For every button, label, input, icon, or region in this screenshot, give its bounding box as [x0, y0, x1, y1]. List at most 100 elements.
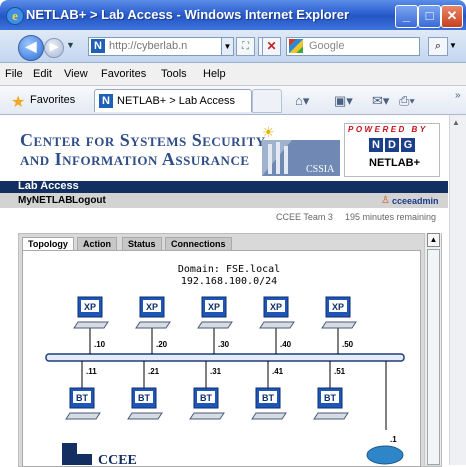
- xp-host-5[interactable]: XP .50: [321, 296, 357, 354]
- bt-label: BT: [200, 393, 212, 403]
- netlab-brand: NETLAB+: [369, 157, 421, 169]
- address-url: http://cyberlab.n: [109, 40, 188, 52]
- stop-icon[interactable]: ✕: [262, 37, 281, 56]
- section-title: Lab Access: [18, 180, 79, 192]
- ndg-letter-d: D: [385, 138, 399, 152]
- bt-keyboard-icon: [65, 412, 101, 420]
- lock-icon: ☀: [262, 124, 275, 140]
- tab-favicon-icon: N: [99, 94, 113, 108]
- history-dropdown-icon[interactable]: ▼: [66, 40, 75, 50]
- team-name: CCEE Team 3: [276, 212, 333, 222]
- xp-host-2[interactable]: XP .20: [135, 296, 171, 354]
- menu-file[interactable]: File: [5, 68, 23, 80]
- back-button[interactable]: ◀: [18, 35, 44, 61]
- topology-scroll-up-icon[interactable]: ▲: [427, 233, 440, 247]
- minimize-button[interactable]: _: [395, 5, 418, 28]
- xp-keyboard-icon: [197, 321, 233, 329]
- menu-tools[interactable]: Tools: [161, 68, 187, 80]
- xp-host-3[interactable]: XP .30: [197, 296, 233, 354]
- menu-edit[interactable]: Edit: [33, 68, 52, 80]
- xp-ip-label: .10: [94, 340, 106, 349]
- ndg-letter-n: N: [369, 138, 383, 152]
- bt-host-4[interactable]: .41 BT: [251, 361, 287, 420]
- bt-ip-label: .31: [210, 367, 222, 376]
- bt-ip-label: .51: [334, 367, 346, 376]
- page-scrollbar[interactable]: ▲: [449, 115, 466, 465]
- bt-host-1[interactable]: .11 BT: [65, 361, 101, 420]
- xp-label: XP: [208, 302, 220, 312]
- network-bus: [45, 353, 405, 362]
- xp-ip-label: .50: [342, 340, 354, 349]
- user-name-link[interactable]: cceeadmin: [392, 196, 439, 206]
- router-ip: .1: [390, 435, 397, 444]
- favorites-star-icon[interactable]: ★: [11, 92, 25, 112]
- xp-keyboard-icon: [259, 321, 295, 329]
- xp-label: XP: [270, 302, 282, 312]
- time-remaining: 195 minutes remaining: [345, 212, 437, 222]
- window-title: NETLAB+ > Lab Access - Windows Internet …: [26, 7, 350, 22]
- bt-host-5[interactable]: .51 BT: [313, 361, 349, 420]
- home-icon[interactable]: ⌂▾: [295, 93, 309, 109]
- nav-mynetlab-link[interactable]: MyNETLAB: [18, 195, 72, 206]
- ccee-logo-text: CCEE: [98, 453, 137, 465]
- browser-tab[interactable]: N NETLAB+ > Lab Access: [94, 89, 252, 112]
- scroll-up-icon[interactable]: ▲: [452, 118, 460, 127]
- search-input[interactable]: Google: [286, 37, 420, 56]
- maximize-button[interactable]: □: [418, 5, 441, 28]
- topology-scroll-thumb[interactable]: [427, 249, 440, 465]
- xp-keyboard-icon: [135, 321, 171, 329]
- favorites-button[interactable]: Favorites: [30, 94, 75, 106]
- xp-host-1[interactable]: XP .10: [73, 296, 109, 354]
- ndg-letter-g: G: [401, 138, 415, 152]
- address-input[interactable]: N http://cyberlab.n: [88, 37, 222, 56]
- topology-diagram: Domain: FSE.local 192.168.100.0/24 XP .10…: [45, 264, 405, 465]
- search-options-icon[interactable]: ▼: [448, 37, 458, 54]
- search-icon[interactable]: ⌕: [428, 37, 448, 56]
- menu-favorites[interactable]: Favorites: [101, 68, 146, 80]
- more-commands-icon[interactable]: »: [455, 90, 461, 101]
- powered-by-text: POWERED BY: [348, 125, 428, 134]
- topology-subnet: 192.168.100.0/24: [181, 276, 277, 287]
- print-icon[interactable]: ⎙▾: [399, 93, 415, 109]
- search-placeholder: Google: [309, 40, 345, 52]
- xp-ip-label: .20: [156, 340, 168, 349]
- xp-host-4[interactable]: XP .40: [259, 296, 295, 354]
- bt-keyboard-icon: [189, 412, 225, 420]
- cssia-logo: CSSIA: [262, 140, 340, 176]
- new-tab-button[interactable]: [252, 89, 282, 113]
- user-icon: ♙: [381, 195, 390, 206]
- bt-label: BT: [262, 393, 274, 403]
- svg-text:CSSIA: CSSIA: [306, 164, 335, 175]
- bt-host-2[interactable]: .21 BT: [127, 361, 163, 420]
- feeds-icon[interactable]: ▣▾: [334, 93, 353, 109]
- banner-title-line1: Center for Systems Security: [20, 130, 266, 150]
- bt-ip-label: .41: [272, 367, 284, 376]
- bt-host-3[interactable]: .31 BT: [189, 361, 225, 420]
- xp-ip-label: .40: [280, 340, 292, 349]
- bt-ip-label: .11: [86, 367, 97, 376]
- xp-label: XP: [332, 302, 344, 312]
- address-dropdown-button[interactable]: ▼: [221, 37, 234, 56]
- xp-label: XP: [84, 302, 96, 312]
- bt-keyboard-icon: [127, 412, 163, 420]
- bt-ip-label: .21: [148, 367, 160, 376]
- menu-help[interactable]: Help: [203, 68, 226, 80]
- bt-label: BT: [324, 393, 336, 403]
- nav-logout-link[interactable]: Logout: [72, 195, 106, 206]
- forward-button[interactable]: ▶: [44, 38, 64, 58]
- menu-view[interactable]: View: [64, 68, 88, 80]
- topology-domain: Domain: FSE.local: [178, 264, 280, 275]
- compatibility-view-icon[interactable]: ⛶: [236, 37, 255, 56]
- bt-label: BT: [138, 393, 150, 403]
- close-button[interactable]: ✕: [441, 5, 463, 28]
- topology-scrollbar[interactable]: ▲: [424, 233, 441, 465]
- bt-keyboard-icon: [313, 412, 349, 420]
- bt-label: BT: [76, 393, 88, 403]
- router-icon[interactable]: [366, 445, 404, 465]
- site-favicon-icon: N: [91, 39, 105, 53]
- xp-ip-label: .30: [218, 340, 230, 349]
- window-titlebar[interactable]: e NETLAB+ > Lab Access - Windows Interne…: [0, 0, 466, 30]
- mail-icon[interactable]: ✉▾: [372, 93, 389, 109]
- bt-keyboard-icon: [251, 412, 287, 420]
- xp-label: XP: [146, 302, 158, 312]
